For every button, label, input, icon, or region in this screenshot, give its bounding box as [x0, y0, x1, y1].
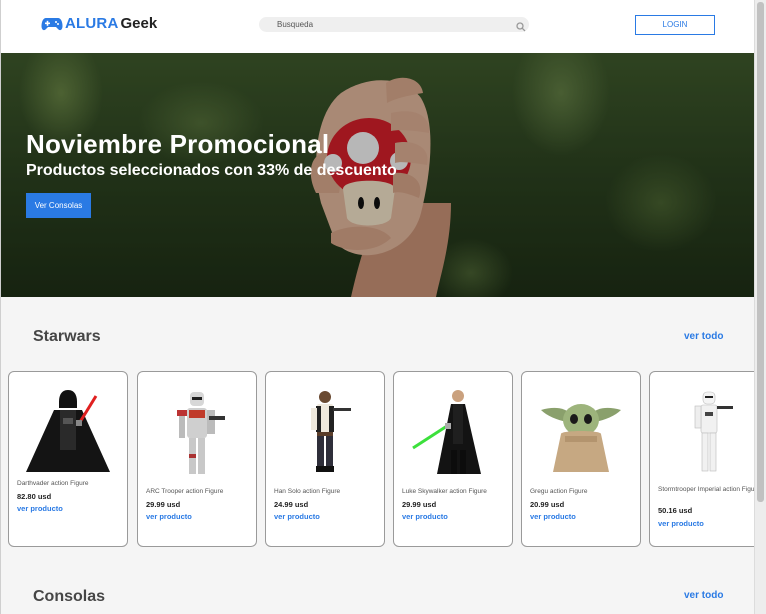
han-solo-figure-icon — [266, 384, 384, 484]
hero-banner: Noviembre Promocional Productos seleccio… — [1, 53, 754, 297]
product-card[interactable]: Stormtrooper Imperial action Figure 50.1… — [649, 371, 754, 547]
header: ALURAGeek LOGIN — [1, 0, 754, 53]
view-product-link[interactable]: ver producto — [658, 519, 704, 528]
arc-trooper-figure-icon — [138, 384, 256, 484]
darth-vader-figure-icon — [9, 380, 127, 480]
product-card[interactable]: Gregu action Figure 20.99 usd ver produc… — [521, 371, 641, 547]
section-title-starwars: Starwars — [33, 328, 101, 345]
gamepad-icon — [41, 16, 63, 32]
product-price: 29.99 usd — [402, 500, 437, 509]
product-name: ARC Trooper action Figure — [146, 488, 224, 495]
hero-title: Noviembre Promocional — [26, 129, 330, 159]
view-product-link[interactable]: ver producto — [17, 504, 63, 513]
product-price: 29.99 usd — [146, 500, 181, 509]
login-button[interactable]: LOGIN — [635, 15, 715, 35]
product-name: Luke Skywalker action Figure — [402, 488, 487, 495]
stormtrooper-figure-icon — [650, 384, 754, 484]
product-price: 82.80 usd — [17, 492, 52, 501]
product-name: Darthvader action Figure — [17, 480, 89, 487]
page: ALURAGeek LOGIN — [0, 0, 754, 614]
product-price: 20.99 usd — [530, 500, 565, 509]
product-card[interactable]: Darthvader action Figure 82.80 usd ver p… — [8, 371, 128, 547]
product-list-starwars: Darthvader action Figure 82.80 usd ver p… — [8, 371, 754, 547]
product-card[interactable]: ARC Trooper action Figure 29.99 usd ver … — [137, 371, 257, 547]
logo[interactable]: ALURA Geek — [41, 15, 157, 32]
section-title-consolas: Consolas — [33, 588, 106, 605]
see-consoles-button[interactable]: Ver Consolas — [26, 193, 91, 218]
product-price: 24.99 usd — [274, 500, 309, 509]
search-bar — [259, 17, 529, 32]
product-card[interactable]: Han Solo action Figure 24.99 usd ver pro… — [265, 371, 385, 547]
view-product-link[interactable]: ver producto — [146, 512, 192, 521]
search-input[interactable] — [277, 17, 507, 32]
grogu-figure-icon — [522, 384, 640, 484]
logo-geek-text: Geek — [120, 15, 158, 32]
view-product-link[interactable]: ver producto — [530, 512, 576, 521]
product-name: Stormtrooper Imperial action Figure — [658, 486, 754, 493]
hero-subtitle: Productos seleccionados con 33% de descu… — [26, 162, 397, 179]
product-price: 50.16 usd — [658, 506, 693, 515]
view-product-link[interactable]: ver producto — [402, 512, 448, 521]
see-all-starwars-link[interactable]: ver todo — [684, 331, 723, 342]
see-all-consolas-link[interactable]: ver todo — [684, 590, 723, 601]
product-card[interactable]: Luke Skywalker action Figure 29.99 usd v… — [393, 371, 513, 547]
logo-alura-text: ALURA — [65, 15, 119, 32]
search-icon[interactable] — [516, 19, 526, 37]
scrollbar-thumb[interactable] — [757, 2, 764, 502]
scrollbar[interactable] — [754, 0, 766, 614]
product-name: Han Solo action Figure — [274, 488, 341, 495]
product-name: Gregu action Figure — [530, 488, 588, 495]
luke-skywalker-figure-icon — [394, 384, 512, 484]
view-product-link[interactable]: ver producto — [274, 512, 320, 521]
